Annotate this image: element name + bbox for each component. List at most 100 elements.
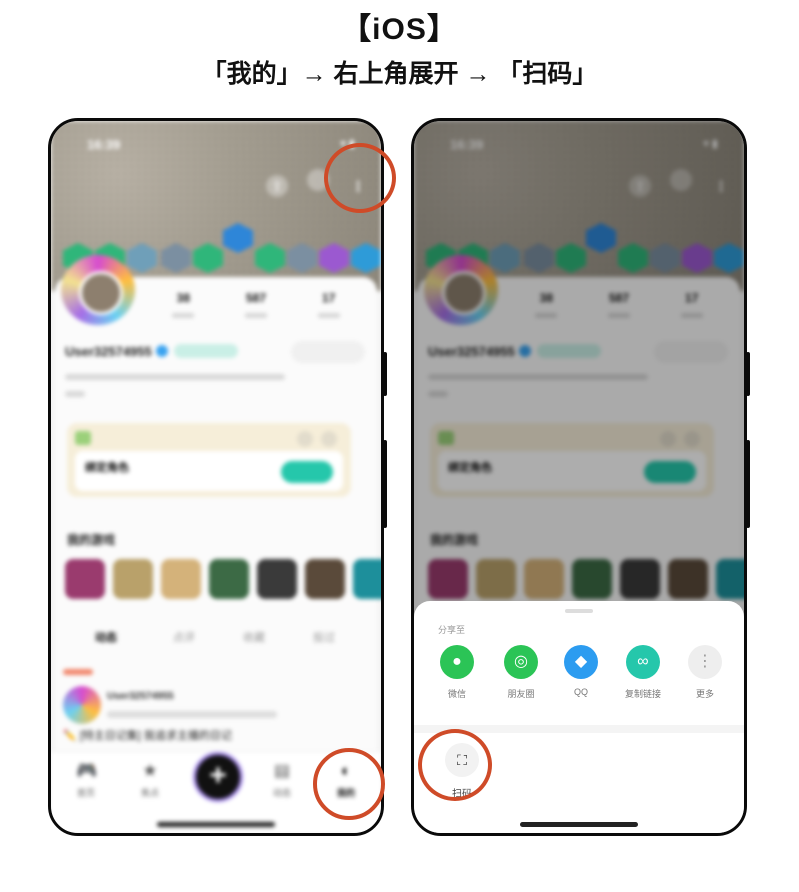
game-thumb[interactable] [353, 559, 381, 599]
stat-item[interactable]: 17 [317, 289, 340, 323]
post-author: User32574955 [107, 691, 174, 702]
tab-me-label: 我的 [336, 788, 355, 798]
wifi-battery-icon: ▾ ▮ [340, 138, 355, 150]
tab-me[interactable]: ◐ 我的 [321, 762, 371, 799]
stat-label [317, 313, 340, 318]
tab-activity[interactable]: ▤ 动态 [257, 762, 307, 799]
badge-icon [287, 243, 317, 273]
more-icon: ⋮ [688, 645, 722, 679]
tab-focus[interactable]: ★ 焦点 [125, 762, 175, 799]
tab-home-label: 首页 [76, 788, 95, 798]
share-label: 微信 [447, 689, 466, 699]
scan-label: 扫码 [452, 789, 472, 800]
scan-icon: ⛶ [445, 743, 479, 777]
share-title: 分享至 [438, 625, 466, 635]
tab-activity-label: 动态 [272, 788, 291, 798]
bind-role-title: 绑定角色 [85, 462, 129, 474]
share-sheet: 分享至 ● 微信 ◎ 朋友圈 ◆ QQ ∞ 复制链接 ⋮ 更多 ⛶ 扫码 [414, 601, 744, 833]
star-icon: ★ [142, 761, 158, 780]
home-indicator [520, 822, 638, 827]
share-label: 更多 [695, 689, 714, 699]
profile-icon: ◐ [340, 761, 352, 780]
avatar[interactable] [61, 255, 135, 325]
badge-icon [193, 243, 223, 273]
verified-icon [155, 345, 168, 357]
stat-value: 38 [176, 291, 190, 305]
share-label: 朋友圈 [507, 689, 535, 699]
stat-item[interactable]: 38 [172, 289, 195, 323]
badge-icon [319, 243, 349, 273]
stat-value: 17 [321, 291, 336, 305]
profile-stats: 38 587 17 [147, 289, 365, 323]
creator-center-button[interactable] [291, 341, 365, 363]
search-icon[interactable] [306, 169, 329, 191]
tutorial-title: 【iOS】 [341, 13, 458, 46]
stat-label [244, 313, 267, 318]
post-meta-line [107, 711, 277, 718]
pinned-tag [63, 669, 93, 675]
game-thumb[interactable] [161, 559, 201, 599]
games-list [65, 559, 381, 601]
post-title[interactable]: ✏️ [特主日记集] 我追求主播的日记 [63, 727, 232, 743]
message-icon: ▤ [273, 761, 291, 780]
game-thumb[interactable] [209, 559, 249, 599]
share-moments[interactable]: ◎ 朋友圈 [496, 645, 546, 700]
bottom-tab-bar: 🎮 首页 ★ 焦点 + ▤ 动态 ◐ 我的 [51, 751, 381, 833]
badge-icon [161, 243, 191, 273]
badge-icon [351, 243, 381, 273]
tab-focus-label: 焦点 [140, 788, 159, 798]
stat-value: 587 [245, 291, 266, 305]
top-actions: ⇪ ⋮ [252, 169, 369, 197]
game-thumb[interactable] [65, 559, 105, 599]
qq-icon: ◆ [564, 645, 598, 679]
plus-icon[interactable]: + [193, 752, 243, 802]
badge-icon [255, 243, 285, 273]
close-icon[interactable] [297, 431, 313, 447]
games-section-title: 我的游戏 [67, 533, 116, 547]
post-avatar[interactable] [63, 686, 101, 724]
tab-reviews[interactable]: 点评 [173, 629, 195, 645]
share-targets: ● 微信 ◎ 朋友圈 ◆ QQ ∞ 复制链接 ⋮ 更多 [414, 645, 744, 705]
level-tag[interactable] [173, 344, 238, 358]
moments-icon: ◎ [504, 645, 538, 679]
stat-item[interactable]: 587 [244, 289, 267, 323]
share-label: QQ [573, 687, 588, 697]
game-thumb[interactable] [113, 559, 153, 599]
game-thumb[interactable] [305, 559, 345, 599]
share-more[interactable]: ⋮ 更多 [680, 645, 730, 700]
profile-bio-line [65, 391, 85, 397]
stat-label [172, 313, 195, 318]
profile-info-line [65, 374, 285, 380]
share-icon[interactable]: ⇪ [266, 175, 289, 197]
home-indicator [157, 822, 275, 827]
status-time: 16:39 [87, 137, 121, 152]
tab-favorites[interactable]: 收藏 [243, 629, 265, 645]
scan-button[interactable]: ⛶ 扫码 [440, 743, 484, 800]
more-menu-icon[interactable]: ⋮ [347, 175, 369, 197]
tab-feed[interactable]: 动态 [95, 629, 117, 645]
phone-frame-share: 16:39 ▾ ▮ ⇪ ⋮ 38 587 17 User32574955 绑定角… [411, 118, 747, 836]
bind-role-card[interactable]: 绑定角色 [67, 423, 351, 497]
tutorial-steps: 「我的」→ 右上角展开 → 「扫码」 [201, 60, 598, 88]
phone-frame-profile: 16:39 ▾ ▮ ⇪ ⋮ 38 587 17 User32574955 绑定角… [48, 118, 384, 836]
sheet-divider [414, 725, 744, 733]
status-bar: 16:39 ▾ ▮ [87, 137, 355, 153]
share-copy-link[interactable]: ∞ 复制链接 [618, 645, 668, 700]
game-mini-icon [75, 431, 91, 445]
sheet-handle[interactable] [565, 609, 593, 613]
game-thumb[interactable] [257, 559, 297, 599]
bind-button[interactable] [281, 461, 333, 483]
share-qq[interactable]: ◆ QQ [556, 645, 606, 697]
profile-screen: 16:39 ▾ ▮ ⇪ ⋮ 38 587 17 User32574955 绑定角… [51, 121, 381, 833]
badge-icon [127, 243, 157, 273]
tab-home[interactable]: 🎮 首页 [61, 762, 111, 799]
link-icon: ∞ [626, 645, 660, 679]
share-wechat[interactable]: ● 微信 [432, 645, 482, 700]
gamepad-icon: 🎮 [76, 761, 98, 780]
share-label: 复制链接 [624, 689, 661, 699]
tab-played[interactable]: 投过 [313, 629, 335, 645]
username: User32574955 [65, 344, 152, 359]
wechat-icon: ● [440, 645, 474, 679]
settings-icon[interactable] [321, 431, 337, 447]
username-row: User32574955 [65, 344, 238, 359]
